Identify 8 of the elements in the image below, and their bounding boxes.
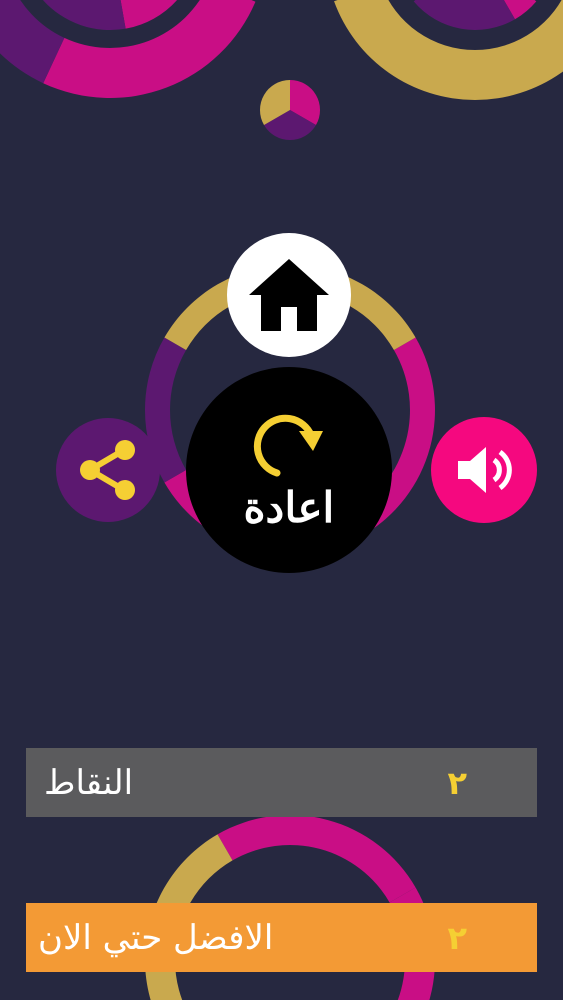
- home-icon: [249, 259, 329, 331]
- pie-icon: [260, 80, 320, 140]
- replay-button[interactable]: اعادة: [186, 367, 392, 573]
- best-score-label: الافضل حتي الان: [38, 918, 274, 958]
- speaker-icon: [456, 445, 512, 495]
- share-icon: [78, 440, 138, 500]
- score-label: النقاط: [44, 762, 134, 802]
- score-value: ٢: [447, 764, 467, 802]
